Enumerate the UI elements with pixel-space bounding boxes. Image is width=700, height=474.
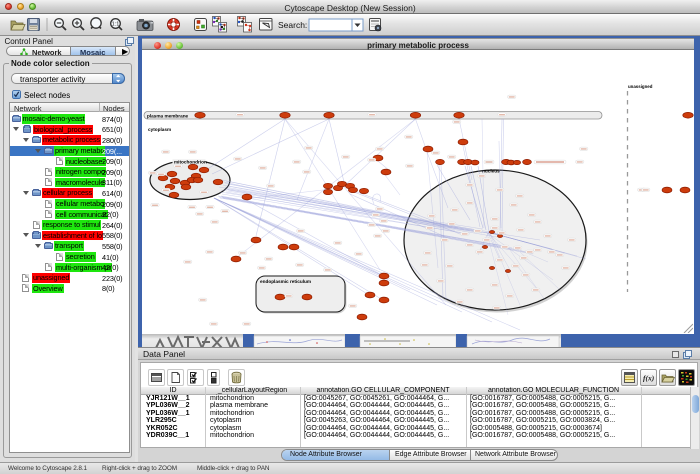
svg-text:endoplasmic reticulum: endoplasmic reticulum: [260, 279, 311, 284]
svg-text:Search:: Search:: [278, 20, 307, 30]
svg-text:plasma membrane: plasma membrane: [147, 114, 189, 119]
svg-text:f(x): f(x): [643, 374, 655, 383]
svg-text:unassigned: unassigned: [628, 84, 653, 89]
svg-text:mitochondrion: mitochondrion: [174, 160, 207, 165]
svg-text:1:1: 1:1: [112, 22, 120, 28]
svg-text:nucleus: nucleus: [482, 169, 500, 174]
svg-text:cytoplasm: cytoplasm: [148, 127, 171, 132]
